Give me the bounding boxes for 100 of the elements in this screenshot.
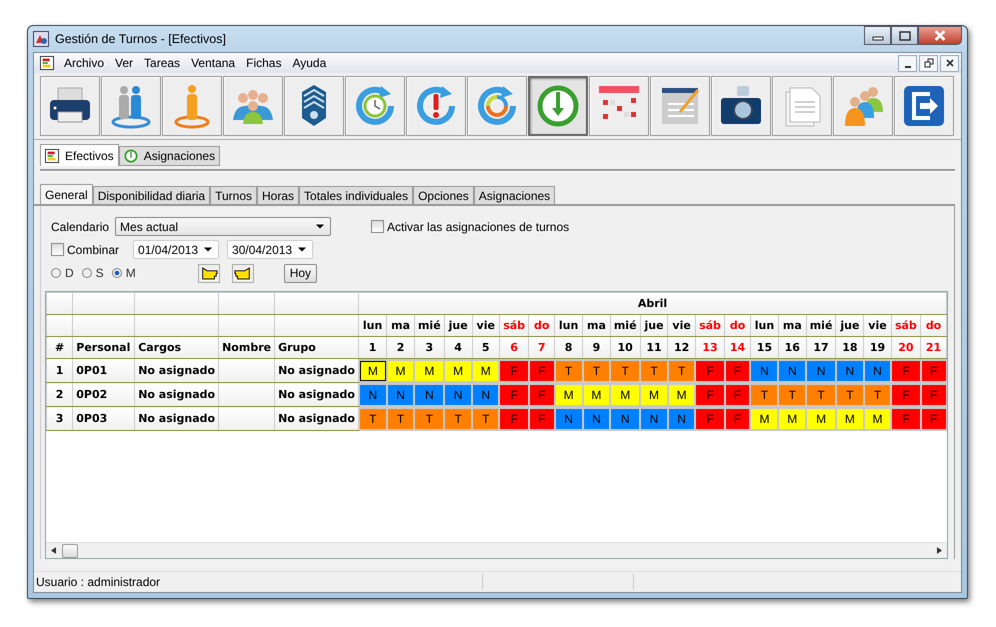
shift-cell[interactable]: F [892,408,920,429]
shift-cell[interactable]: N [445,384,472,405]
toolbar-button[interactable] [284,76,344,136]
radio-button[interactable] [82,268,92,278]
toolbar-button[interactable] [650,76,710,136]
shift-cell[interactable]: F [922,360,946,381]
menu-item[interactable]: Fichas [246,56,282,70]
shift-cell[interactable]: F [500,360,528,381]
maximize-button[interactable] [891,26,918,45]
shift-cell[interactable]: F [892,384,920,405]
tab[interactable]: Disponibilidad diaria [92,186,210,204]
close-button[interactable] [940,54,959,72]
shift-cell[interactable]: T [473,408,498,429]
tab[interactable]: Opciones [413,186,474,204]
previous-button[interactable] [198,264,220,283]
shift-cell[interactable]: M [473,360,498,381]
shift-cell[interactable]: M [360,360,386,381]
shift-cell[interactable]: T [360,408,386,429]
shift-cell[interactable]: T [641,360,667,381]
shift-cell[interactable]: N [836,360,863,381]
shift-cell[interactable]: T [445,408,472,429]
today-button[interactable]: Hoy [284,264,318,283]
shift-cell[interactable]: F [530,360,554,381]
radio-button[interactable] [112,268,122,278]
shift-cell[interactable]: F [726,408,750,429]
shift-cell[interactable]: F [922,408,946,429]
shift-cell[interactable]: F [726,360,750,381]
shift-cell[interactable]: N [556,408,582,429]
shift-cell[interactable]: F [696,408,724,429]
horizontal-scrollbar[interactable] [46,542,947,558]
date-field[interactable]: 30/04/2013 [227,240,314,260]
shift-cell[interactable]: T [556,360,582,381]
shift-cell[interactable]: N [611,408,640,429]
menu-item[interactable]: Tareas [144,56,180,70]
shift-cell[interactable]: T [836,384,863,405]
shift-cell[interactable]: M [751,408,778,429]
shift-cell[interactable]: F [500,384,528,405]
shift-cell[interactable]: M [584,384,610,405]
shift-cell[interactable]: N [473,384,498,405]
shift-cell[interactable]: T [751,384,778,405]
shift-cell[interactable]: T [807,384,835,405]
shift-cell[interactable]: F [696,360,724,381]
shift-cell[interactable]: M [864,408,890,429]
shift-cell[interactable]: T [415,408,444,429]
shift-cell[interactable]: F [530,408,554,429]
shift-cell[interactable]: N [668,408,694,429]
shift-cell[interactable]: M [556,384,582,405]
radio-button[interactable] [51,268,61,278]
shift-cell[interactable]: N [388,384,414,405]
shift-cell[interactable]: F [922,384,946,405]
minimize-button[interactable] [864,26,891,45]
shift-cell[interactable]: F [696,384,724,405]
shift-cell[interactable]: N [360,384,386,405]
tab[interactable]: Turnos [210,186,258,204]
shift-cell[interactable]: F [892,360,920,381]
shift-cell[interactable]: T [584,360,610,381]
shift-cell[interactable]: F [726,384,750,405]
shift-cell[interactable]: N [864,360,890,381]
shift-cell[interactable]: F [500,408,528,429]
restore-button[interactable] [919,54,938,72]
scrollbar-thumb[interactable] [62,544,78,558]
shift-cell[interactable]: T [668,360,694,381]
next-button[interactable] [232,264,254,283]
checkbox[interactable] [51,243,64,256]
shift-cell[interactable]: T [388,408,414,429]
exit-button[interactable] [894,76,954,136]
shift-cell[interactable]: T [611,360,640,381]
shift-cell[interactable]: M [388,360,414,381]
shift-cell[interactable]: N [584,408,610,429]
document-tab[interactable]: Efectivos [40,144,119,166]
shift-cell[interactable]: M [445,360,472,381]
shift-cell[interactable]: T [864,384,890,405]
shift-cell[interactable]: M [668,384,694,405]
checkbox[interactable] [371,220,384,234]
menu-item[interactable]: Ventana [191,56,236,70]
shift-cell[interactable]: N [779,360,806,381]
menu-item[interactable]: Archivo [64,56,104,70]
shift-cell[interactable]: M [779,408,806,429]
shift-cell[interactable]: N [415,384,444,405]
shift-cell[interactable]: N [807,360,835,381]
shift-cell[interactable]: T [779,384,806,405]
menu-item[interactable]: Ayuda [292,56,326,70]
shift-cell[interactable]: M [836,408,863,429]
shift-cell[interactable]: F [530,384,554,405]
toolbar-button[interactable] [406,76,466,136]
date-field[interactable]: 01/04/2013 [133,240,220,260]
tab[interactable]: Asignaciones [474,186,556,204]
shift-cell[interactable]: N [641,408,667,429]
shift-cell[interactable]: M [611,384,640,405]
toolbar-button[interactable] [528,76,588,136]
shift-cell[interactable]: M [415,360,444,381]
minimize-button[interactable] [898,54,917,72]
shift-cell[interactable]: M [641,384,667,405]
shift-cell[interactable]: N [751,360,778,381]
shift-cell[interactable]: M [807,408,835,429]
calendar-dropdown[interactable]: Mes actual [115,217,332,236]
tab[interactable]: Horas [257,186,300,204]
toolbar-button[interactable] [711,76,771,136]
tab[interactable]: Totales individuales [299,186,414,204]
tab[interactable]: General [40,184,93,204]
